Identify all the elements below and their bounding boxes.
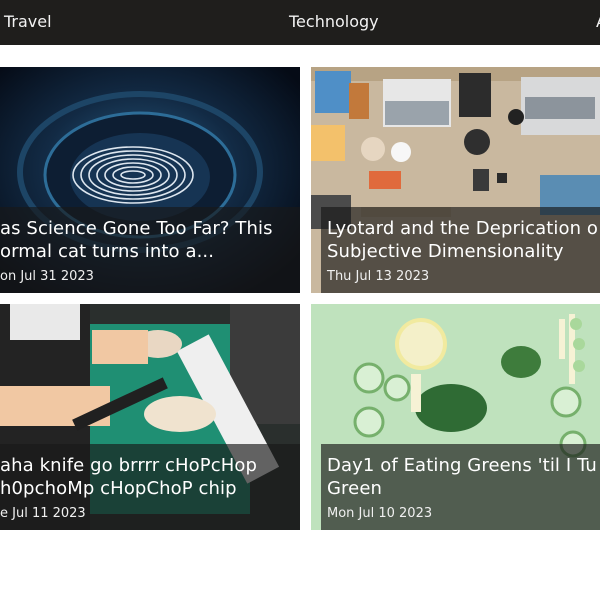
article-date: Mon Jul 10 2023: [327, 506, 433, 521]
top-navigation: Travel Technology A: [0, 0, 600, 45]
article-caption: aha knife go brrrr cHoPcHop h0pchoMp cHo…: [0, 444, 300, 530]
article-title: Lyotard and the Deprication o Subjective…: [327, 218, 599, 262]
article-date: on Jul 31 2023: [0, 269, 94, 284]
article-card-greens[interactable]: Day1 of Eating Greens 'til I Tu Green Mo…: [311, 304, 600, 530]
nav-item-travel[interactable]: Travel: [4, 12, 52, 32]
article-card-fingerprint[interactable]: as Science Gone Too Far? This ormal cat …: [0, 67, 300, 293]
article-caption: Day1 of Eating Greens 'til I Tu Green Mo…: [321, 444, 600, 530]
article-date: Thu Jul 13 2023: [327, 269, 430, 284]
nav-item-technology[interactable]: Technology: [289, 12, 379, 32]
nav-item-partial[interactable]: A: [596, 12, 600, 32]
article-caption: Lyotard and the Deprication o Subjective…: [321, 207, 600, 293]
article-title: Day1 of Eating Greens 'til I Tu Green: [327, 455, 597, 499]
article-title: as Science Gone Too Far? This ormal cat …: [0, 218, 273, 262]
article-card-chopping[interactable]: aha knife go brrrr cHoPcHop h0pchoMp cHo…: [0, 304, 300, 530]
article-title: aha knife go brrrr cHoPcHop h0pchoMp cHo…: [0, 455, 257, 499]
article-caption: as Science Gone Too Far? This ormal cat …: [0, 207, 300, 293]
article-date: e Jul 11 2023: [0, 506, 86, 521]
article-card-desk[interactable]: Lyotard and the Deprication o Subjective…: [311, 67, 600, 293]
